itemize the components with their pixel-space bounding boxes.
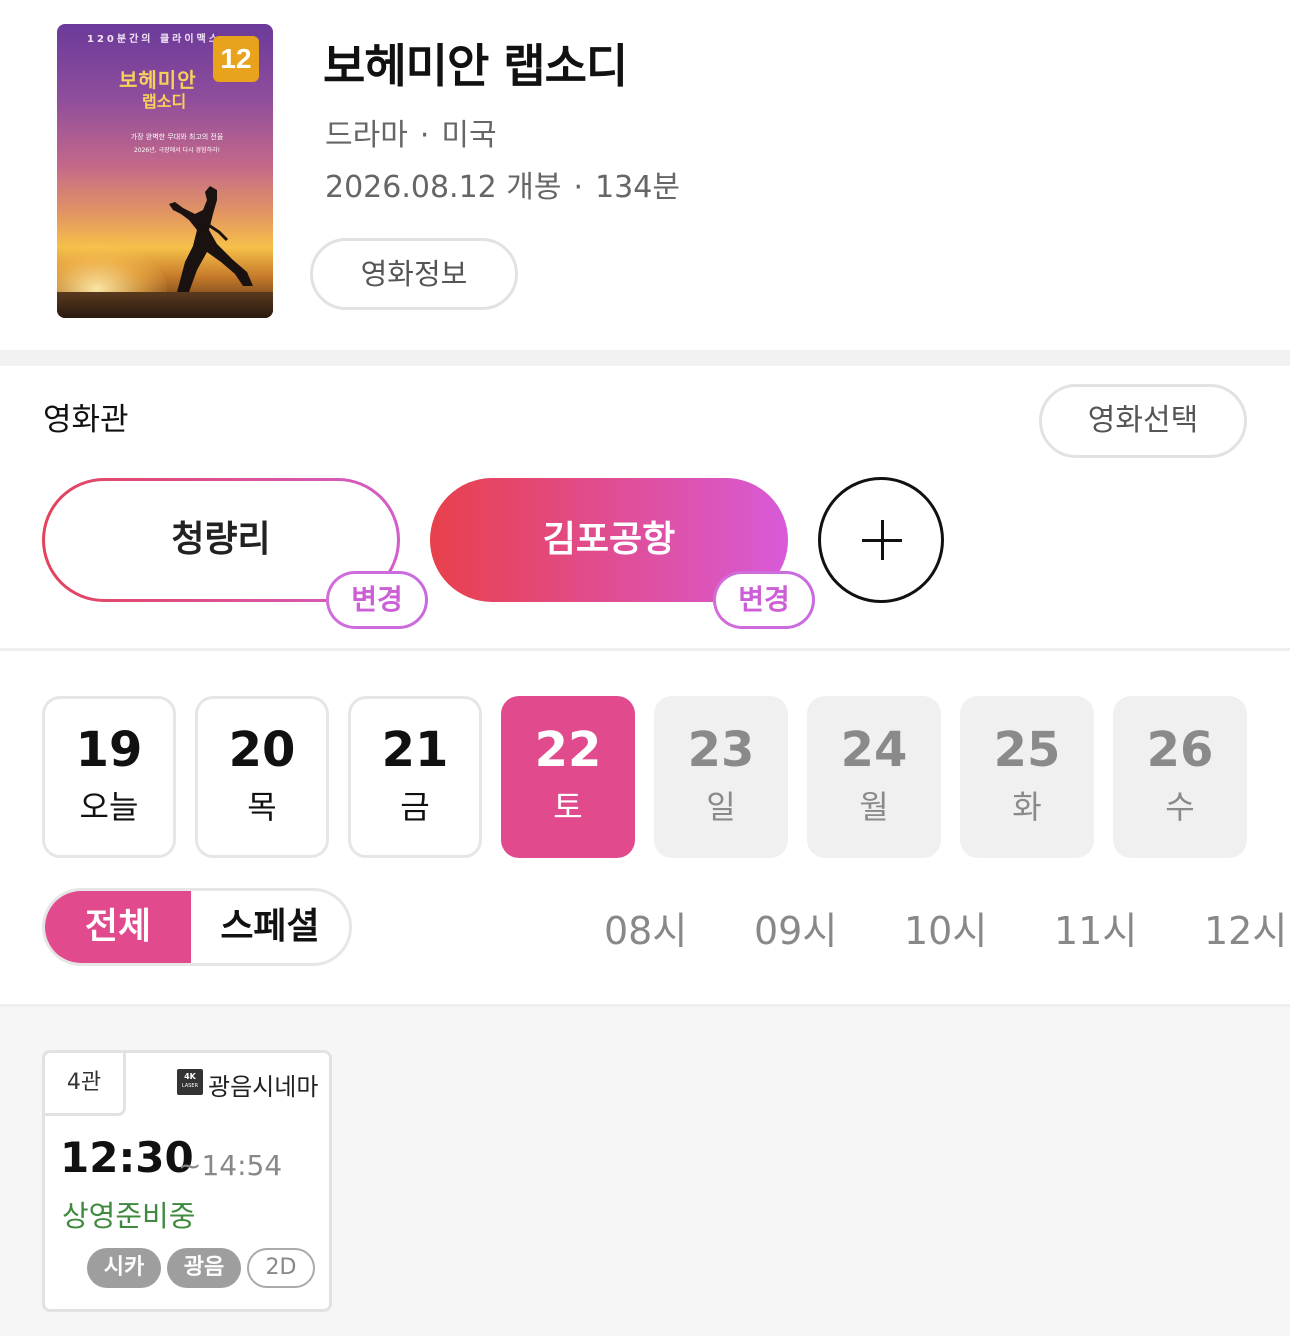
- hour-item[interactable]: 09시: [754, 900, 837, 955]
- movie-info-button[interactable]: 영화정보: [310, 238, 518, 310]
- date-day: 20: [228, 722, 296, 778]
- date-weekday: 토: [553, 788, 583, 826]
- date-day: 25: [993, 722, 1061, 778]
- date-item-disabled: 26 수: [1113, 696, 1247, 858]
- date-item[interactable]: 21 금: [348, 696, 482, 858]
- hour-item[interactable]: 11시: [1054, 900, 1137, 955]
- date-weekday: 월: [859, 788, 889, 826]
- change-cinema-label: 변경: [329, 574, 425, 626]
- section-divider: [0, 350, 1290, 366]
- start-time: 12:30: [60, 1133, 194, 1182]
- date-item-disabled: 23 일: [654, 696, 788, 858]
- date-item[interactable]: 19 오늘: [42, 696, 176, 858]
- theater-section-label: 영화관: [43, 402, 129, 438]
- date-day: 26: [1146, 722, 1214, 778]
- change-cinema-button[interactable]: 변경: [713, 571, 815, 629]
- hour-item[interactable]: 10시: [904, 900, 987, 955]
- movie-title: 보헤미안 랩소디: [323, 39, 628, 93]
- date-weekday: 목: [247, 788, 277, 826]
- date-item-selected[interactable]: 22 토: [501, 696, 635, 858]
- theater-section: 영화관 영화선택 청량리 변경 김포공항 변경: [0, 366, 1290, 648]
- date-item-disabled: 25 화: [960, 696, 1094, 858]
- date-weekday: 금: [400, 788, 430, 826]
- screen-brand: 광음시네마: [208, 1073, 319, 1101]
- hour-scroller[interactable]: 08시 09시 10시 11시 12시: [580, 900, 1290, 956]
- movie-country: 미국: [441, 118, 497, 153]
- screening-type-toggle: 전체 스페셜: [42, 888, 352, 966]
- date-weekday: 수: [1165, 788, 1195, 826]
- filter-special-button[interactable]: 스페셜: [191, 891, 349, 963]
- date-day: 24: [840, 722, 908, 778]
- meta-separator: ·: [419, 118, 430, 153]
- poster-stage: [57, 292, 273, 318]
- age-rating-badge: 12: [213, 36, 259, 82]
- meta-separator: ·: [573, 170, 584, 205]
- hall-number: 4관: [42, 1050, 126, 1116]
- change-cinema-label: 변경: [716, 574, 812, 626]
- movie-release-date: 2026.08.12 개봉: [325, 170, 562, 205]
- date-day: 21: [381, 722, 449, 778]
- movie-runtime: 134분: [595, 170, 680, 205]
- movie-header: 120분간의 클라이맥스 보헤미안 랩소디 가장 완벽한 무대와 최고의 전율 …: [0, 0, 1290, 350]
- poster-tagline-sub: 2026년, 극장에서 다시 경험하라!: [133, 147, 221, 154]
- hour-item[interactable]: 12시: [1204, 900, 1287, 955]
- date-weekday: 일: [706, 788, 736, 826]
- hour-item[interactable]: 08시: [604, 900, 687, 955]
- tag-chip: 2D: [247, 1248, 315, 1288]
- change-cinema-button[interactable]: 변경: [326, 571, 428, 629]
- tag-chip: 광음: [167, 1248, 241, 1288]
- filter-all-button[interactable]: 전체: [45, 891, 191, 963]
- movie-genre-country: 드라마 · 미국: [325, 110, 497, 154]
- showtime-card[interactable]: 4관 4K LASER 광음시네마 12:30 ~14:54 상영준비중 시카 광…: [42, 1050, 332, 1312]
- movie-genre: 드라마: [325, 118, 408, 153]
- date-day: 23: [687, 722, 755, 778]
- date-day: 19: [75, 722, 143, 778]
- screening-status: 상영준비중: [62, 1199, 196, 1233]
- add-cinema-button[interactable]: [818, 477, 944, 603]
- date-weekday: 오늘: [79, 788, 139, 826]
- tag-chip: 시카: [87, 1248, 161, 1288]
- movie-release-runtime: 2026.08.12 개봉 · 134분: [325, 162, 680, 206]
- poster-top-text: 120분간의 클라이맥스: [87, 34, 221, 45]
- movie-poster[interactable]: 120분간의 클라이맥스 보헤미안 랩소디 가장 완벽한 무대와 최고의 전율 …: [57, 24, 273, 318]
- end-time: ~14:54: [178, 1149, 283, 1182]
- poster-title-line2: 랩소디: [142, 92, 187, 111]
- date-item-disabled: 24 월: [807, 696, 941, 858]
- date-item[interactable]: 20 목: [195, 696, 329, 858]
- date-weekday: 화: [1012, 788, 1042, 826]
- poster-tagline: 가장 완벽한 무대와 최고의 전율: [130, 133, 224, 141]
- date-day: 22: [534, 722, 602, 778]
- 4k-laser-icon: 4K LASER: [177, 1069, 203, 1095]
- select-movie-button[interactable]: 영화선택: [1039, 384, 1247, 458]
- section-divider: [0, 648, 1290, 651]
